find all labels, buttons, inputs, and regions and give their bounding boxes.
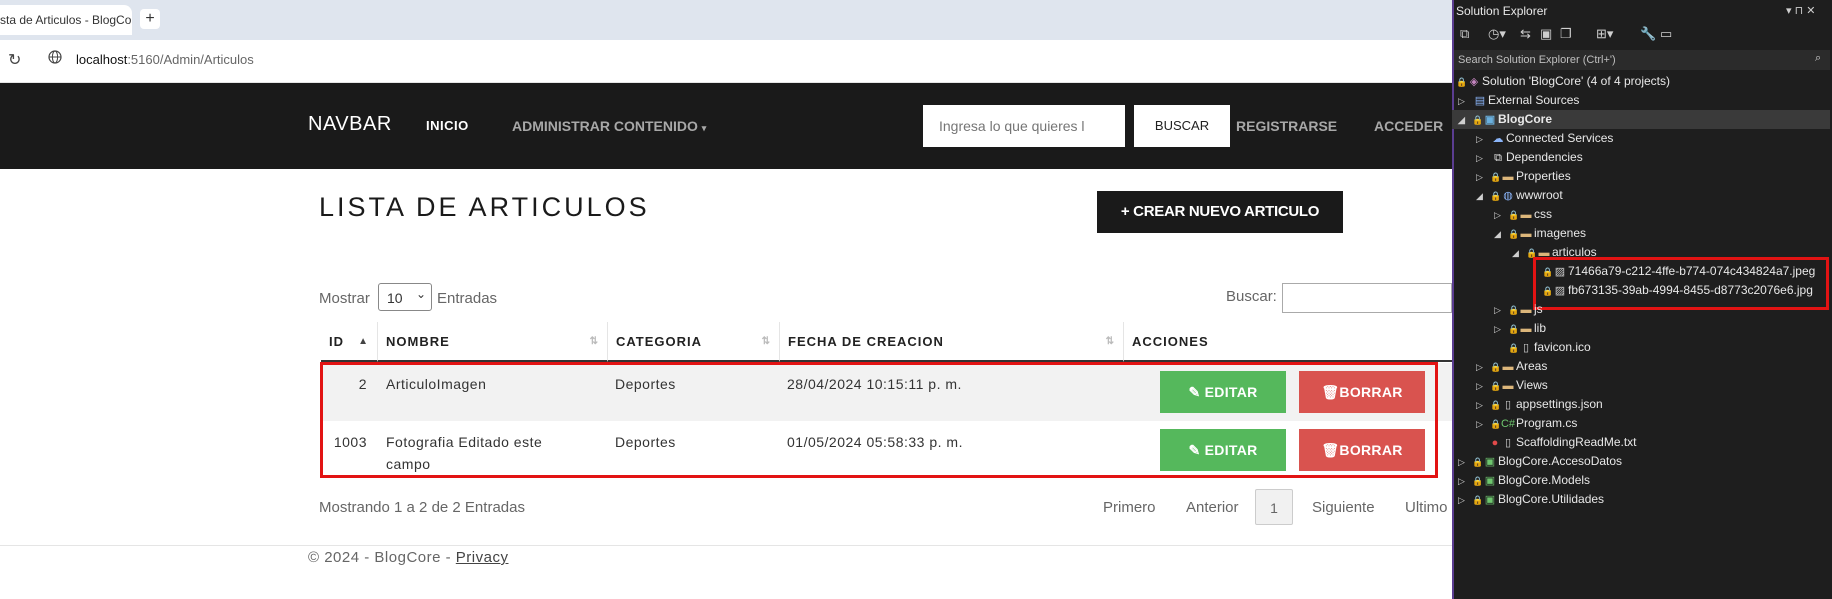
error-dot-icon: ● xyxy=(1491,437,1499,449)
tab-title: sta de Articulos - BlogCore xyxy=(0,13,132,27)
page-title: LISTA DE ARTICULOS xyxy=(319,192,650,222)
tree-js[interactable]: ▷ 🔒▬ js xyxy=(1494,300,1543,319)
panel-controls[interactable]: ▾ ⊓ ✕ xyxy=(1786,4,1815,17)
cloud-icon: ☁ xyxy=(1492,133,1504,145)
navbar xyxy=(0,83,1452,169)
highlight-box xyxy=(1533,257,1829,310)
sync-icon[interactable]: ⇆ xyxy=(1520,26,1531,42)
project-icon: ▣ xyxy=(1484,456,1496,468)
column-header-nombre[interactable]: NOMBRE ⇅ xyxy=(377,322,607,362)
tree-dependencies[interactable]: ▷ ⧉ Dependencies xyxy=(1476,148,1583,167)
navbar-search-button[interactable]: BUSCAR xyxy=(1134,105,1230,147)
solution-explorer-search[interactable]: Search Solution Explorer (Ctrl+') xyxy=(1454,50,1830,70)
tree-wwwroot[interactable]: ◢ 🔒 ◍ wwwroot xyxy=(1476,186,1563,205)
globe-icon xyxy=(48,50,62,68)
tree-favicon[interactable]: 🔒 ▯ favicon.ico xyxy=(1508,338,1591,357)
project-icon: ▣ xyxy=(1484,114,1496,126)
nav-link-acceder[interactable]: ACCEDER xyxy=(1374,118,1443,134)
nav-link-inicio[interactable]: INICIO xyxy=(426,118,469,133)
tree-utilidades[interactable]: ▷ 🔒 ▣ BlogCore.Utilidades xyxy=(1458,490,1604,509)
dependencies-icon: ⧉ xyxy=(1494,152,1502,164)
browser-tab-bar xyxy=(0,0,1452,40)
pagination-next[interactable]: Siguiente xyxy=(1312,499,1375,516)
column-header-fecha[interactable]: FECHA DE CREACION ⇅ xyxy=(779,322,1123,362)
create-article-button[interactable]: + CREAR NUEVO ARTICULO xyxy=(1097,191,1343,233)
tree-properties[interactable]: ▷ 🔒▬ Properties xyxy=(1476,167,1571,186)
pagination-last[interactable]: Ultimo xyxy=(1405,499,1448,516)
preview-icon[interactable]: ▭ xyxy=(1660,26,1672,42)
sort-icon: ⇅ xyxy=(761,336,771,347)
folder-icon: ▬ xyxy=(1520,228,1532,240)
lock-icon: 🔒 xyxy=(1456,77,1468,87)
new-tab-button[interactable]: + xyxy=(140,9,160,29)
tree-views[interactable]: ▷ 🔒▬ Views xyxy=(1476,376,1548,395)
collapse-icon[interactable]: ▣ xyxy=(1540,26,1552,42)
pagination-first[interactable]: Primero xyxy=(1103,499,1156,516)
folder-icon: ▬ xyxy=(1520,304,1532,316)
vs-icon[interactable]: ⧉ xyxy=(1460,26,1469,42)
folder-icon: ▬ xyxy=(1520,323,1532,335)
tree-css[interactable]: ▷ 🔒▬ css xyxy=(1494,205,1552,224)
history-icon[interactable]: ◷▾ xyxy=(1488,26,1506,42)
sort-icon: ⇅ xyxy=(1105,336,1115,347)
project-icon: ▣ xyxy=(1484,475,1496,487)
file-icon: ▯ xyxy=(1522,342,1530,354)
tree-blogcore[interactable]: ◢ 🔒 ▣ BlogCore xyxy=(1452,110,1830,129)
highlight-box xyxy=(320,362,1438,478)
filter-icon[interactable]: ⊞▾ xyxy=(1596,26,1613,42)
navbar-brand[interactable]: NAVBAR xyxy=(308,113,392,136)
column-header-id[interactable]: ID ▲ xyxy=(321,322,377,362)
table-search-label: Buscar: xyxy=(1226,288,1277,305)
footer-divider xyxy=(0,545,1452,546)
nav-dropdown-admin[interactable]: ADMINISTRAR CONTENIDO ▾ xyxy=(512,118,706,134)
tree-scaffolding[interactable]: ● ▯ ScaffoldingReadMe.txt xyxy=(1490,433,1637,452)
csharp-file-icon: C# xyxy=(1500,418,1516,430)
table-info: Mostrando 1 a 2 de 2 Entradas xyxy=(319,499,525,516)
caret-down-icon: ▾ xyxy=(701,123,707,133)
tree-program[interactable]: ▷ 🔒C#Program.cs xyxy=(1476,414,1577,433)
project-icon: ▣ xyxy=(1484,494,1496,506)
entries-label: Entradas xyxy=(437,290,498,307)
tree-solution[interactable]: 🔒 ◈ Solution 'BlogCore' (4 of 4 projects) xyxy=(1456,72,1670,91)
tree-lib[interactable]: ▷ 🔒▬ lib xyxy=(1494,319,1546,338)
column-header-acciones: ACCIONES xyxy=(1123,322,1452,362)
copy-icon[interactable]: ❐ xyxy=(1560,26,1572,42)
tree-connected-services[interactable]: ▷ ☁ Connected Services xyxy=(1476,129,1613,148)
chevron-down-icon: ⌄ xyxy=(416,287,427,301)
browser-tab[interactable]: sta de Articulos - BlogCore xyxy=(0,5,132,35)
tree-appsettings[interactable]: ▷ 🔒 ▯ appsettings.json xyxy=(1476,395,1603,414)
external-icon: ▤ xyxy=(1474,95,1486,107)
tree-accesodatos[interactable]: ▷ 🔒 ▣ BlogCore.AccesoDatos xyxy=(1458,452,1622,471)
tree-models[interactable]: ▷ 🔒 ▣ BlogCore.Models xyxy=(1458,471,1590,490)
navbar-search-input[interactable] xyxy=(923,105,1125,147)
wrench-icon[interactable]: 🔧 xyxy=(1640,26,1656,42)
url-text[interactable]: localhost:5160/Admin/Articulos xyxy=(76,52,254,67)
folder-icon: ▬ xyxy=(1502,171,1514,183)
globe-icon: ◍ xyxy=(1503,190,1513,202)
reload-icon[interactable]: ↻ xyxy=(8,50,21,70)
nav-link-registrarse[interactable]: REGISTRARSE xyxy=(1236,118,1337,134)
column-header-categoria[interactable]: CATEGORIA ⇅ xyxy=(607,322,779,362)
solution-explorer-title: Solution Explorer xyxy=(1456,4,1548,18)
json-file-icon: ▯ xyxy=(1504,399,1512,411)
nav-dropdown-label: ADMINISTRAR CONTENIDO xyxy=(512,118,698,134)
tree-imagenes[interactable]: ◢ 🔒▬ imagenes xyxy=(1494,224,1586,243)
folder-icon: ▬ xyxy=(1520,209,1532,221)
sort-icon: ⇅ xyxy=(589,336,599,347)
folder-icon: ▬ xyxy=(1502,361,1514,373)
pagination-page-1[interactable]: 1 xyxy=(1255,489,1293,525)
tree-areas[interactable]: ▷ 🔒▬ Areas xyxy=(1476,357,1547,376)
tree-external-sources[interactable]: ▷ ▤ External Sources xyxy=(1458,91,1579,110)
folder-icon: ▬ xyxy=(1502,380,1514,392)
show-label: Mostrar xyxy=(319,290,370,307)
footer: © 2024 - BlogCore - Privacy xyxy=(308,549,509,566)
sort-asc-icon: ▲ xyxy=(358,336,369,347)
table-search-input[interactable] xyxy=(1282,283,1452,313)
search-icon: ⌕ xyxy=(1815,52,1822,64)
pagination-prev[interactable]: Anterior xyxy=(1186,499,1239,516)
privacy-link[interactable]: Privacy xyxy=(456,549,509,566)
solution-icon: ◈ xyxy=(1469,76,1479,88)
text-file-icon: ▯ xyxy=(1504,437,1512,449)
